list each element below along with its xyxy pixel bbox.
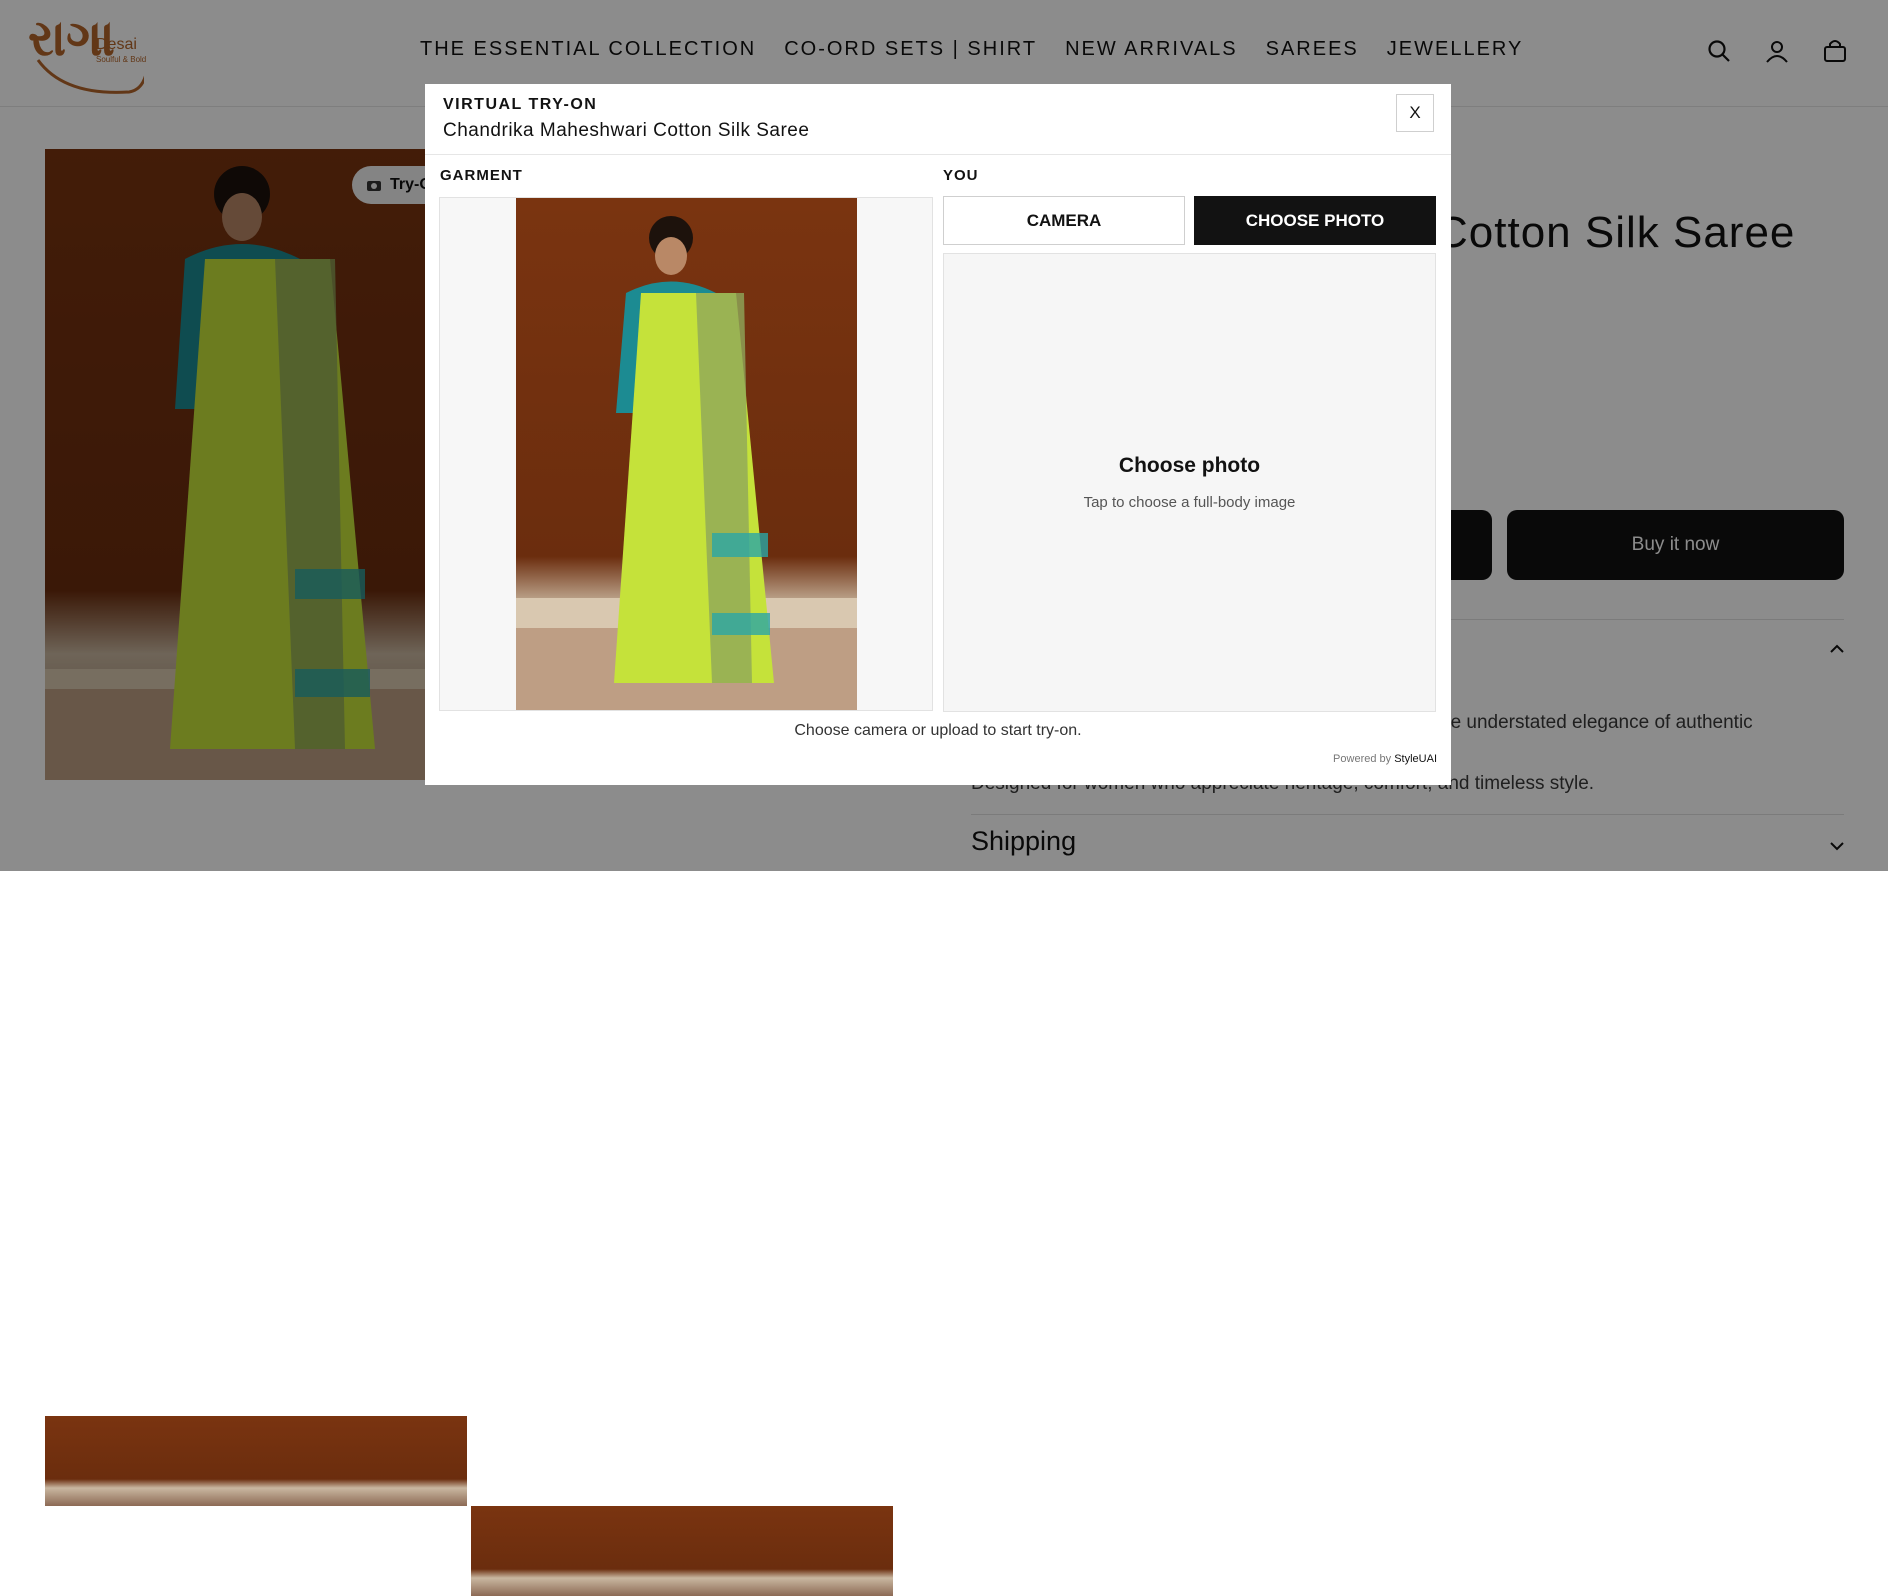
upload-subtitle: Tap to choose a full-body image: [1083, 494, 1296, 511]
powered-by: Powered by StyleUAI: [1333, 753, 1437, 765]
virtual-try-on-modal: VIRTUAL TRY-ON Chandrika Maheshwari Cott…: [425, 84, 1451, 785]
close-button[interactable]: X: [1396, 94, 1434, 132]
choose-photo-tab-button[interactable]: CHOOSE PHOTO: [1194, 196, 1436, 245]
product-thumbnail-2[interactable]: [471, 1506, 893, 1596]
garment-label: GARMENT: [440, 167, 523, 184]
garment-image: [516, 198, 857, 710]
try-on-status-text: Choose camera or upload to start try-on.: [794, 722, 1082, 739]
photo-upload-area[interactable]: Choose photo Tap to choose a full-body i…: [943, 253, 1436, 712]
modal-kicker: VIRTUAL TRY-ON: [443, 96, 598, 113]
you-label: YOU: [943, 167, 979, 184]
garment-preview: [439, 197, 933, 711]
powered-by-brand[interactable]: StyleUAI: [1394, 753, 1437, 765]
camera-tab-button[interactable]: CAMERA: [943, 196, 1185, 245]
modal-header-divider: [425, 154, 1451, 155]
product-thumbnail-1[interactable]: [45, 1416, 467, 1506]
upload-title: Choose photo: [1118, 454, 1261, 477]
garment-model-figure: [516, 216, 857, 710]
modal-title: Chandrika Maheshwari Cotton Silk Saree: [443, 120, 810, 141]
powered-by-prefix: Powered by: [1333, 753, 1392, 765]
